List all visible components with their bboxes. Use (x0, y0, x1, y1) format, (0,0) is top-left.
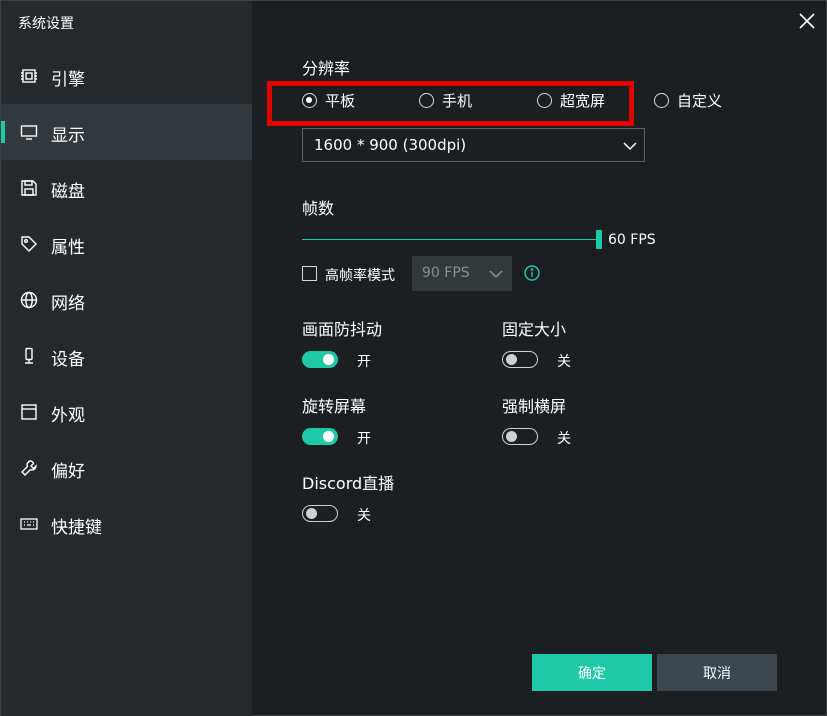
anti-shake-toggle[interactable] (302, 351, 338, 368)
sidebar-item-display[interactable]: 显示 (1, 104, 252, 160)
toggle-knob (506, 430, 517, 442)
sidebar-item-network[interactable]: 网络 (1, 272, 252, 328)
settings-window: 系统设置 引擎 显示 磁盘 属性 网络 设备 外观 偏好 快捷键 分辨率 平板 … (0, 0, 827, 716)
sidebar-item-label: 设备 (51, 350, 85, 370)
keyboard-icon (20, 515, 38, 533)
sidebar-item-label: 引擎 (51, 70, 85, 90)
sidebar-item-label: 偏好 (51, 462, 85, 482)
active-indicator (1, 233, 5, 255)
radio-tablet[interactable]: 平板 (302, 90, 355, 110)
active-indicator (1, 289, 5, 311)
close-icon (799, 13, 815, 29)
radio-circle[interactable] (537, 92, 552, 108)
sidebar-item-label: 网络 (51, 294, 85, 314)
radio-circle[interactable] (654, 92, 669, 108)
resolution-select[interactable]: 1600 * 900 (300dpi) (302, 128, 645, 162)
rotate-screen-toggle[interactable] (302, 428, 338, 445)
radio-circle[interactable] (302, 92, 317, 108)
sidebar: 系统设置 引擎 显示 磁盘 属性 网络 设备 外观 偏好 快捷键 (1, 1, 252, 716)
device-icon (20, 347, 38, 365)
toggle-knob (323, 354, 334, 365)
radio-phone[interactable]: 手机 (419, 90, 472, 110)
info-icon[interactable] (524, 265, 540, 281)
window-title: 系统设置 (18, 16, 74, 32)
chevron-down-icon (489, 270, 503, 279)
fixed-size-title: 固定大小 (502, 320, 567, 339)
toggle-knob (506, 353, 517, 365)
radio-custom[interactable]: 自定义 (654, 90, 722, 110)
high-fps-checkbox[interactable] (302, 266, 317, 281)
radio-circle[interactable] (419, 92, 434, 108)
high-fps-label: 高帧率模式 (325, 268, 395, 284)
resolution-title: 分辨率 (302, 59, 351, 78)
sidebar-item-disk[interactable]: 磁盘 (1, 160, 252, 216)
globe-icon (20, 291, 38, 309)
radio-label: 自定义 (677, 91, 723, 110)
window-icon (20, 403, 38, 421)
force-landscape-toggle[interactable] (502, 428, 538, 445)
high-fps-select-value: 90 FPS (422, 265, 470, 281)
fps-slider-track[interactable] (302, 239, 599, 240)
active-indicator (1, 65, 5, 87)
active-indicator (1, 401, 5, 423)
high-fps-select[interactable]: 90 FPS (412, 256, 512, 291)
anti-shake-state: 开 (357, 354, 371, 370)
sidebar-item-label: 显示 (51, 126, 85, 146)
sidebar-item-engine[interactable]: 引擎 (1, 48, 252, 104)
resolution-value: 1600 * 900 (300dpi) (314, 136, 467, 154)
radio-ultrawide[interactable]: 超宽屏 (537, 90, 605, 110)
force-landscape-state: 关 (557, 431, 571, 447)
rotate-screen-title: 旋转屏幕 (302, 397, 367, 416)
discord-live-title: Discord直播 (302, 474, 395, 493)
active-indicator (1, 457, 5, 479)
tag-icon (20, 235, 38, 253)
sidebar-item-device[interactable]: 设备 (1, 328, 252, 384)
sidebar-item-properties[interactable]: 属性 (1, 216, 252, 272)
fps-title: 帧数 (302, 199, 335, 218)
discord-live-state: 关 (357, 508, 371, 524)
fixed-size-state: 关 (557, 354, 571, 370)
confirm-button[interactable]: 确定 (532, 654, 652, 691)
fps-value: 60 FPS (608, 232, 656, 248)
sidebar-item-label: 磁盘 (51, 182, 85, 202)
save-disk-icon (20, 179, 38, 197)
active-indicator (1, 345, 5, 367)
radio-label: 手机 (442, 91, 473, 110)
toggle-knob (323, 431, 334, 442)
discord-live-toggle[interactable] (302, 505, 338, 522)
chip-icon (20, 67, 38, 85)
sidebar-item-label: 快捷键 (51, 518, 102, 538)
sidebar-item-label: 属性 (51, 238, 85, 258)
active-indicator (1, 121, 5, 143)
fixed-size-toggle[interactable] (502, 351, 538, 368)
active-indicator (1, 513, 5, 535)
sidebar-item-shortcuts[interactable]: 快捷键 (1, 496, 252, 552)
monitor-icon (20, 123, 38, 141)
sidebar-item-label: 外观 (51, 406, 85, 426)
fps-slider-handle[interactable] (596, 230, 602, 249)
force-landscape-title: 强制横屏 (502, 397, 567, 416)
radio-label: 超宽屏 (560, 91, 606, 110)
wrench-icon (20, 459, 38, 477)
anti-shake-title: 画面防抖动 (302, 320, 383, 339)
toggle-knob (306, 507, 317, 519)
radio-label: 平板 (325, 91, 356, 110)
close-button[interactable] (796, 10, 818, 32)
sidebar-item-appearance[interactable]: 外观 (1, 384, 252, 440)
rotate-screen-state: 开 (357, 431, 371, 447)
chevron-down-icon (623, 142, 637, 151)
sidebar-item-preferences[interactable]: 偏好 (1, 440, 252, 496)
active-indicator (1, 177, 5, 199)
cancel-button[interactable]: 取消 (657, 654, 777, 691)
